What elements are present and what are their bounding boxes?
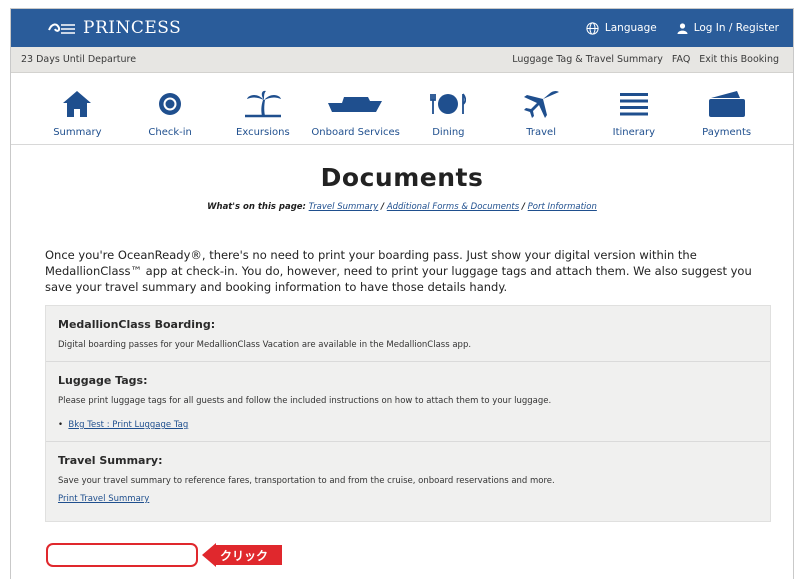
- wallet-icon: [708, 91, 745, 117]
- bullet-icon: •: [58, 420, 66, 430]
- section-text: Digital boarding passes for your Medalli…: [58, 340, 472, 350]
- language-button[interactable]: Language: [586, 21, 657, 35]
- nav-label: Payments: [702, 127, 752, 138]
- nav-travel[interactable]: Travel: [495, 73, 588, 144]
- airplane-icon: [524, 90, 560, 118]
- print-luggage-tag-link[interactable]: Bkg Test : Print Luggage Tag: [68, 420, 188, 430]
- nav-label: Travel: [526, 127, 556, 138]
- dining-icon: [430, 93, 467, 114]
- page-frame: PRINCESS Language Log In / Register 23 D…: [10, 8, 794, 579]
- nav-label: Onboard Services: [311, 127, 400, 138]
- medallionclass-boarding-section: MedallionClass Boarding: Digital boardin…: [46, 306, 770, 362]
- separator: /: [381, 202, 385, 212]
- nav-dining[interactable]: Dining: [402, 73, 495, 144]
- main-nav: Summary Check-in Excursions Onboard Serv…: [11, 73, 793, 145]
- section-text: Save your travel summary to reference fa…: [58, 476, 555, 486]
- nav-label: Excursions: [236, 127, 290, 138]
- login-label: Log In / Register: [693, 22, 779, 34]
- user-icon: [677, 22, 688, 34]
- nav-payments[interactable]: Payments: [680, 73, 773, 144]
- list-icon: [619, 93, 648, 116]
- travel-summary-anchor-link[interactable]: Travel Summary: [309, 202, 379, 212]
- intro-paragraph: Once you're OceanReady®, there's no need…: [45, 248, 752, 294]
- additional-forms-anchor-link[interactable]: Additional Forms & Documents: [387, 202, 519, 212]
- click-highlight-box: [46, 543, 198, 567]
- nav-excursions[interactable]: Excursions: [217, 73, 310, 144]
- exit-booking-link[interactable]: Exit this Booking: [699, 54, 779, 65]
- departure-countdown: 23 Days Until Departure: [21, 54, 137, 65]
- section-heading: Luggage Tags:: [58, 374, 148, 387]
- on-page-nav: What's on this page: Travel Summary / Ad…: [11, 202, 793, 212]
- palm-tree-icon: [244, 90, 281, 118]
- callout-arrow-icon: [202, 543, 216, 567]
- click-callout: クリック: [202, 543, 283, 567]
- brand-name: PRINCESS: [83, 18, 182, 38]
- ship-icon: [327, 97, 382, 112]
- list-item: • Bkg Test : Print Luggage Tag: [58, 420, 758, 430]
- nav-label: Dining: [432, 127, 465, 138]
- medallion-icon: [159, 93, 182, 115]
- section-heading: MedallionClass Boarding:: [58, 318, 216, 331]
- login-register-button[interactable]: Log In / Register: [677, 22, 779, 34]
- page-title: Documents: [320, 163, 484, 192]
- section-text: Please print luggage tags for all guests…: [58, 396, 552, 406]
- on-page-label: What's on this page:: [207, 202, 306, 212]
- luggage-tag-travel-summary-link[interactable]: Luggage Tag & Travel Summary: [512, 54, 663, 65]
- language-label: Language: [604, 22, 657, 34]
- separator: /: [521, 202, 525, 212]
- princess-logo[interactable]: PRINCESS: [47, 18, 181, 38]
- nav-summary[interactable]: Summary: [31, 73, 124, 144]
- top-bar: PRINCESS Language Log In / Register: [11, 9, 793, 47]
- nav-label: Itinerary: [612, 127, 656, 138]
- port-information-anchor-link[interactable]: Port Information: [528, 202, 597, 212]
- home-icon: [63, 91, 92, 117]
- nav-label: Check-in: [148, 127, 192, 138]
- seawitch-logo-icon: [48, 23, 75, 34]
- luggage-tags-section: Luggage Tags: Please print luggage tags …: [46, 362, 770, 442]
- info-bar: 23 Days Until Departure Luggage Tag & Tr…: [11, 47, 793, 73]
- travel-summary-section: Travel Summary: Save your travel summary…: [46, 442, 770, 521]
- callout-label: クリック: [216, 545, 283, 565]
- print-travel-summary-link[interactable]: Print Travel Summary: [58, 494, 149, 504]
- globe-icon: [586, 21, 599, 35]
- faq-link[interactable]: FAQ: [672, 54, 690, 65]
- nav-itinerary[interactable]: Itinerary: [588, 73, 681, 144]
- nav-check-in[interactable]: Check-in: [124, 73, 217, 144]
- documents-panel: MedallionClass Boarding: Digital boardin…: [45, 305, 771, 522]
- nav-label: Summary: [53, 127, 102, 138]
- nav-onboard-services[interactable]: Onboard Services: [309, 73, 402, 144]
- section-heading: Travel Summary:: [58, 454, 163, 467]
